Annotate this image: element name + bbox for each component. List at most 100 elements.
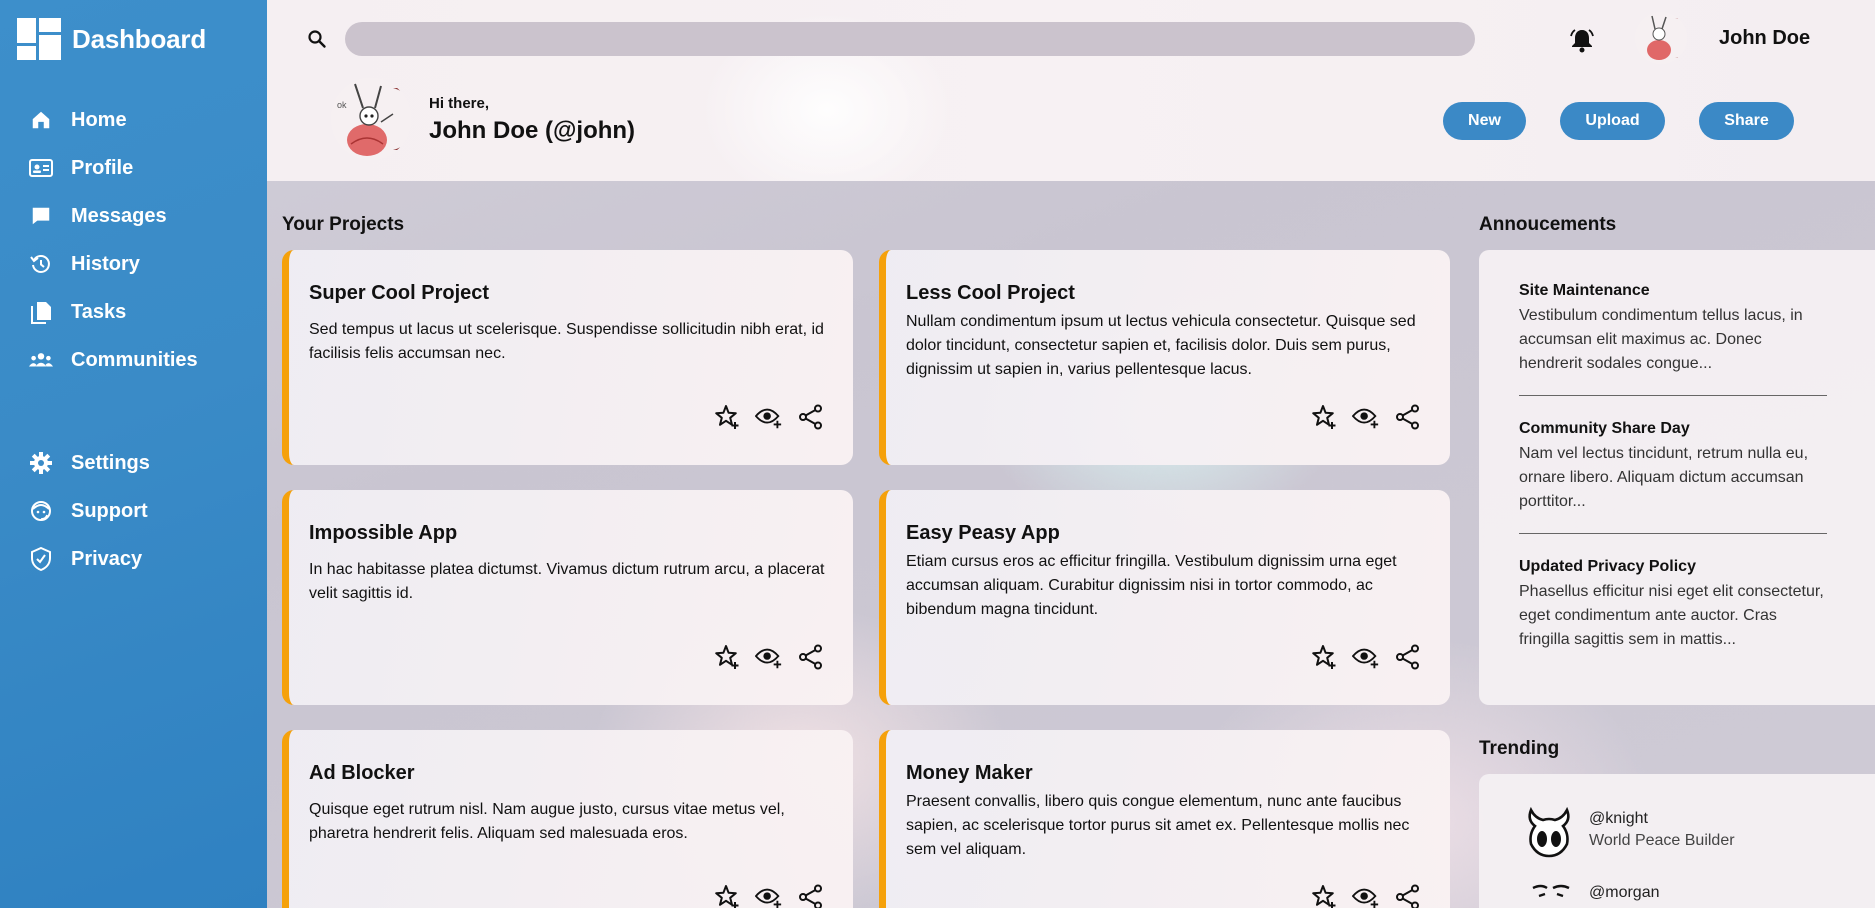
announcement-body: Vestibulum condimentum tellus lacus, in …: [1519, 307, 1803, 372]
greeting: Hi there,: [429, 95, 490, 112]
display-name: John Doe (@john): [429, 117, 636, 144]
watch-icon[interactable]: [1352, 643, 1380, 671]
morgan-avatar-icon: [1521, 878, 1577, 908]
favorite-icon[interactable]: [1310, 643, 1338, 671]
announcement-body: Phasellus efficitur nisi eget elit conse…: [1519, 583, 1824, 648]
project-actions: [1310, 883, 1422, 908]
announcement-item[interactable]: Community Share Day Nam vel lectus tinci…: [1519, 420, 1827, 514]
project-card[interactable]: Ad Blocker Quisque eget rutrum nisl. Nam…: [282, 730, 853, 908]
sidebar-item-label: Home: [71, 108, 127, 131]
sidebar-item-support[interactable]: Support: [0, 487, 267, 535]
dashboard-icon: [17, 18, 61, 60]
sidebar-item-label: Privacy: [71, 547, 143, 570]
project-actions: [713, 403, 825, 431]
project-card[interactable]: Impossible App In hac habitasse platea d…: [282, 490, 853, 705]
project-actions: [1310, 643, 1422, 671]
project-description: Praesent convallis, libero quis congue e…: [906, 793, 1410, 858]
share-icon[interactable]: [1394, 883, 1422, 908]
announcement-title: Updated Privacy Policy: [1519, 558, 1696, 575]
sidebar-item-settings[interactable]: Settings: [0, 439, 267, 487]
share-icon[interactable]: [797, 403, 825, 431]
sidebar-item-messages[interactable]: Messages: [0, 192, 267, 240]
new-button[interactable]: New: [1443, 102, 1526, 140]
sidebar-item-home[interactable]: Home: [0, 96, 267, 144]
divider: [1519, 533, 1827, 534]
trending-user[interactable]: @morgan: [1521, 878, 1660, 908]
search-input[interactable]: [345, 22, 1475, 56]
user-name[interactable]: John Doe: [1719, 27, 1810, 50]
favorite-icon[interactable]: [1310, 403, 1338, 431]
id-card-icon: [29, 156, 53, 180]
announcement-title: Site Maintenance: [1519, 282, 1650, 299]
trending-heading: Trending: [1479, 738, 1560, 759]
share-icon[interactable]: [1394, 403, 1422, 431]
sidebar-item-profile[interactable]: Profile: [0, 144, 267, 192]
project-actions: [713, 643, 825, 671]
project-description: In hac habitasse platea dictumst. Vivamu…: [309, 561, 825, 602]
project-description: Sed tempus ut lacus ut scelerisque. Susp…: [309, 321, 824, 362]
project-title: Easy Peasy App: [906, 522, 1060, 544]
trending-role: World Peace Builder: [1589, 832, 1735, 849]
watch-icon[interactable]: [755, 403, 783, 431]
support-icon: [29, 499, 53, 523]
sidebar-item-tasks[interactable]: Tasks: [0, 288, 267, 336]
project-actions: [713, 883, 825, 908]
favorite-icon[interactable]: [713, 883, 741, 908]
project-title: Ad Blocker: [309, 762, 415, 784]
brand-title: Dashboard: [72, 23, 207, 54]
share-icon[interactable]: [1394, 643, 1422, 671]
announcement-title: Community Share Day: [1519, 420, 1690, 437]
sidebar-item-label: Profile: [71, 156, 134, 179]
announcements-heading: Annoucements: [1479, 214, 1617, 235]
upload-button[interactable]: Upload: [1560, 102, 1665, 140]
project-card[interactable]: Super Cool Project Sed tempus ut lacus u…: [282, 250, 853, 465]
trending-panel: @knight World Peace Builder @morgan: [1479, 774, 1875, 908]
main-nav: Home Profile Messages History Tasks Comm…: [0, 96, 267, 384]
project-title: Super Cool Project: [309, 282, 490, 304]
sidebar-item-label: History: [71, 252, 140, 275]
project-title: Less Cool Project: [906, 282, 1075, 304]
sidebar-item-label: Communities: [71, 348, 198, 371]
document-icon: [29, 300, 53, 324]
share-button[interactable]: Share: [1699, 102, 1794, 140]
gear-icon: [29, 451, 53, 475]
avatar[interactable]: [1635, 12, 1687, 64]
sidebar-item-label: Settings: [71, 451, 150, 474]
history-icon: [29, 252, 53, 276]
project-description: Quisque eget rutrum nisl. Nam augue just…: [309, 801, 785, 842]
favorite-icon[interactable]: [1310, 883, 1338, 908]
people-icon: [29, 348, 53, 372]
trending-handle: @knight: [1589, 810, 1648, 827]
project-description: Nullam condimentum ipsum ut lectus vehic…: [906, 313, 1416, 378]
watch-icon[interactable]: [1352, 883, 1380, 908]
favorite-icon[interactable]: [713, 403, 741, 431]
knight-avatar-icon: [1521, 804, 1577, 860]
project-actions: [1310, 403, 1422, 431]
share-icon[interactable]: [797, 883, 825, 908]
sidebar-item-history[interactable]: History: [0, 240, 267, 288]
bell-icon[interactable]: [1568, 26, 1596, 54]
watch-icon[interactable]: [755, 883, 783, 908]
brand[interactable]: Dashboard: [0, 0, 267, 78]
project-card[interactable]: Easy Peasy App Etiam cursus eros ac effi…: [879, 490, 1450, 705]
sidebar-item-label: Messages: [71, 204, 167, 227]
watch-icon[interactable]: [1352, 403, 1380, 431]
project-card[interactable]: Less Cool Project Nullam condimentum ips…: [879, 250, 1450, 465]
announcement-item[interactable]: Site Maintenance Vestibulum condimentum …: [1519, 282, 1827, 376]
watch-icon[interactable]: [755, 643, 783, 671]
favorite-icon[interactable]: [713, 643, 741, 671]
search-icon[interactable]: [305, 27, 329, 51]
project-title: Impossible App: [309, 522, 458, 544]
project-card[interactable]: Money Maker Praesent convallis, libero q…: [879, 730, 1450, 908]
share-icon[interactable]: [797, 643, 825, 671]
announcement-body: Nam vel lectus tincidunt, retrum nulla e…: [1519, 445, 1809, 510]
secondary-nav: Settings Support Privacy: [0, 439, 267, 583]
sidebar-item-communities[interactable]: Communities: [0, 336, 267, 384]
sidebar-item-privacy[interactable]: Privacy: [0, 535, 267, 583]
trending-user[interactable]: @knight World Peace Builder: [1521, 804, 1735, 860]
home-icon: [29, 108, 53, 132]
announcement-item[interactable]: Updated Privacy Policy Phasellus efficit…: [1519, 558, 1827, 652]
project-description: Etiam cursus eros ac efficitur fringilla…: [906, 553, 1397, 618]
svg-text:ok: ok: [337, 100, 347, 110]
divider: [1519, 395, 1827, 396]
